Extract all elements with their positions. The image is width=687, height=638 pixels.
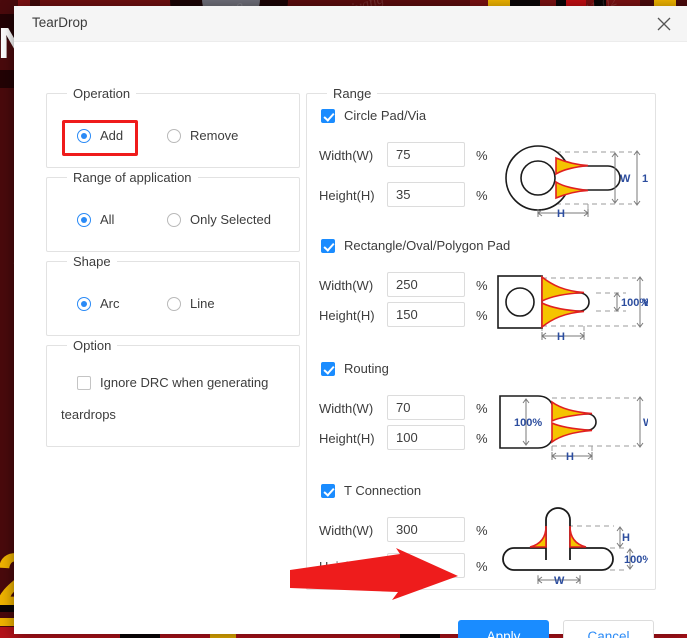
checkbox-routing[interactable]: Routing: [321, 361, 389, 376]
checkbox-indicator: [321, 483, 335, 498]
radio-operation-remove[interactable]: Remove: [167, 128, 238, 143]
dialog-body: Operation Add Remove Range of applicatio…: [14, 42, 687, 638]
group-range-of-application-legend: Range of application: [67, 170, 198, 185]
percent-height-rect: %: [476, 308, 488, 323]
group-option-legend: Option: [67, 338, 118, 353]
screen: N 2 3 15:28 luohaiyang 2023-11-02 2023-1…: [0, 0, 687, 638]
radio-indicator: [77, 212, 91, 227]
cancel-button-label: Cancel: [587, 628, 630, 638]
checkbox-t-connection[interactable]: T Connection: [321, 483, 421, 498]
svg-text:W: W: [620, 173, 631, 185]
input-height-tconn[interactable]: [387, 553, 465, 578]
svg-text:H: H: [557, 208, 565, 220]
input-height-rect[interactable]: [387, 302, 465, 327]
input-width-routing[interactable]: [387, 395, 465, 420]
svg-text:W: W: [554, 575, 565, 587]
radio-indicator: [167, 212, 181, 227]
input-width-rect[interactable]: [387, 272, 465, 297]
radio-shape-line[interactable]: Line: [167, 296, 215, 311]
close-icon[interactable]: [651, 11, 677, 37]
checkbox-ignore-drc[interactable]: Ignore DRC when generating: [77, 375, 268, 390]
radio-label: Remove: [190, 128, 239, 143]
radio-indicator: [167, 296, 181, 311]
percent-height-routing: %: [476, 431, 488, 446]
diagram-routing: 100% W H: [496, 388, 654, 473]
percent-height-tconn: %: [476, 559, 488, 574]
cancel-button[interactable]: Cancel: [563, 620, 654, 638]
input-width-circle[interactable]: [387, 142, 465, 167]
radio-label: Arc: [100, 296, 120, 311]
checkbox-indicator: [321, 108, 335, 123]
radio-operation-add[interactable]: Add: [77, 128, 123, 143]
diagram-circle-pad-via: W 100% H: [496, 136, 670, 225]
radio-indicator: [77, 296, 91, 311]
svg-text:H: H: [566, 451, 574, 463]
label-height-tconn: Height(H): [319, 559, 375, 574]
group-shape-legend: Shape: [67, 254, 117, 269]
diagram-t-connection: H 100% W: [496, 504, 652, 595]
checkbox-label: T Connection: [344, 483, 422, 498]
svg-text:100%: 100%: [514, 417, 542, 429]
input-height-circle[interactable]: [387, 182, 465, 207]
group-operation-legend: Operation: [67, 86, 137, 101]
teardrop-dialog: TearDrop Operation Add Remove Range of a…: [14, 6, 687, 638]
diagram-rect-oval-polygon-pad: 100% W H: [496, 268, 654, 353]
label-width-tconn: Width(W): [319, 523, 374, 538]
radio-indicator: [77, 128, 91, 143]
apply-button[interactable]: Apply: [458, 620, 549, 638]
checkbox-indicator: [321, 361, 335, 376]
label-width-routing: Width(W): [319, 401, 374, 416]
radio-label: Line: [190, 296, 215, 311]
checkbox-label: Ignore DRC when generating: [100, 375, 269, 390]
percent-width-routing: %: [476, 401, 488, 416]
svg-text:100%: 100%: [624, 554, 648, 566]
radio-label: Add: [100, 128, 124, 143]
apply-button-label: Apply: [486, 628, 521, 638]
checkbox-circle-pad-via[interactable]: Circle Pad/Via: [321, 108, 426, 123]
checkbox-label: Circle Pad/Via: [344, 108, 427, 123]
checkbox-label: Routing: [344, 361, 389, 376]
svg-text:H: H: [557, 331, 565, 343]
radio-shape-arc[interactable]: Arc: [77, 296, 120, 311]
group-option: Option: [46, 338, 300, 447]
percent-width-tconn: %: [476, 523, 488, 538]
label-width-circle: Width(W): [319, 148, 374, 163]
radio-scope-all[interactable]: All: [77, 212, 114, 227]
checkbox-label: Rectangle/Oval/Polygon Pad: [344, 238, 511, 253]
input-width-tconn[interactable]: [387, 517, 465, 542]
svg-text:H: H: [622, 532, 630, 544]
checkbox-label-line2: teardrops: [61, 407, 116, 422]
percent-height-circle: %: [476, 188, 488, 203]
dialog-title: TearDrop: [32, 15, 88, 30]
label-height-circle: Height(H): [319, 188, 375, 203]
label-width-rect: Width(W): [319, 278, 374, 293]
svg-text:W: W: [643, 417, 648, 429]
group-range-legend: Range: [327, 86, 378, 101]
radio-indicator: [167, 128, 181, 143]
radio-label: Only Selected: [190, 212, 271, 227]
radio-label: All: [100, 212, 115, 227]
label-height-rect: Height(H): [319, 308, 375, 323]
checkbox-rect-oval-polygon-pad[interactable]: Rectangle/Oval/Polygon Pad: [321, 238, 510, 253]
svg-text:W: W: [643, 297, 648, 309]
label-height-routing: Height(H): [319, 431, 375, 446]
input-height-routing[interactable]: [387, 425, 465, 450]
checkbox-indicator: [77, 375, 91, 390]
checkbox-indicator: [321, 238, 335, 253]
radio-scope-only-selected[interactable]: Only Selected: [167, 212, 271, 227]
svg-text:100%: 100%: [642, 173, 648, 185]
percent-width-circle: %: [476, 148, 488, 163]
percent-width-rect: %: [476, 278, 488, 293]
dialog-titlebar: TearDrop: [14, 6, 687, 42]
